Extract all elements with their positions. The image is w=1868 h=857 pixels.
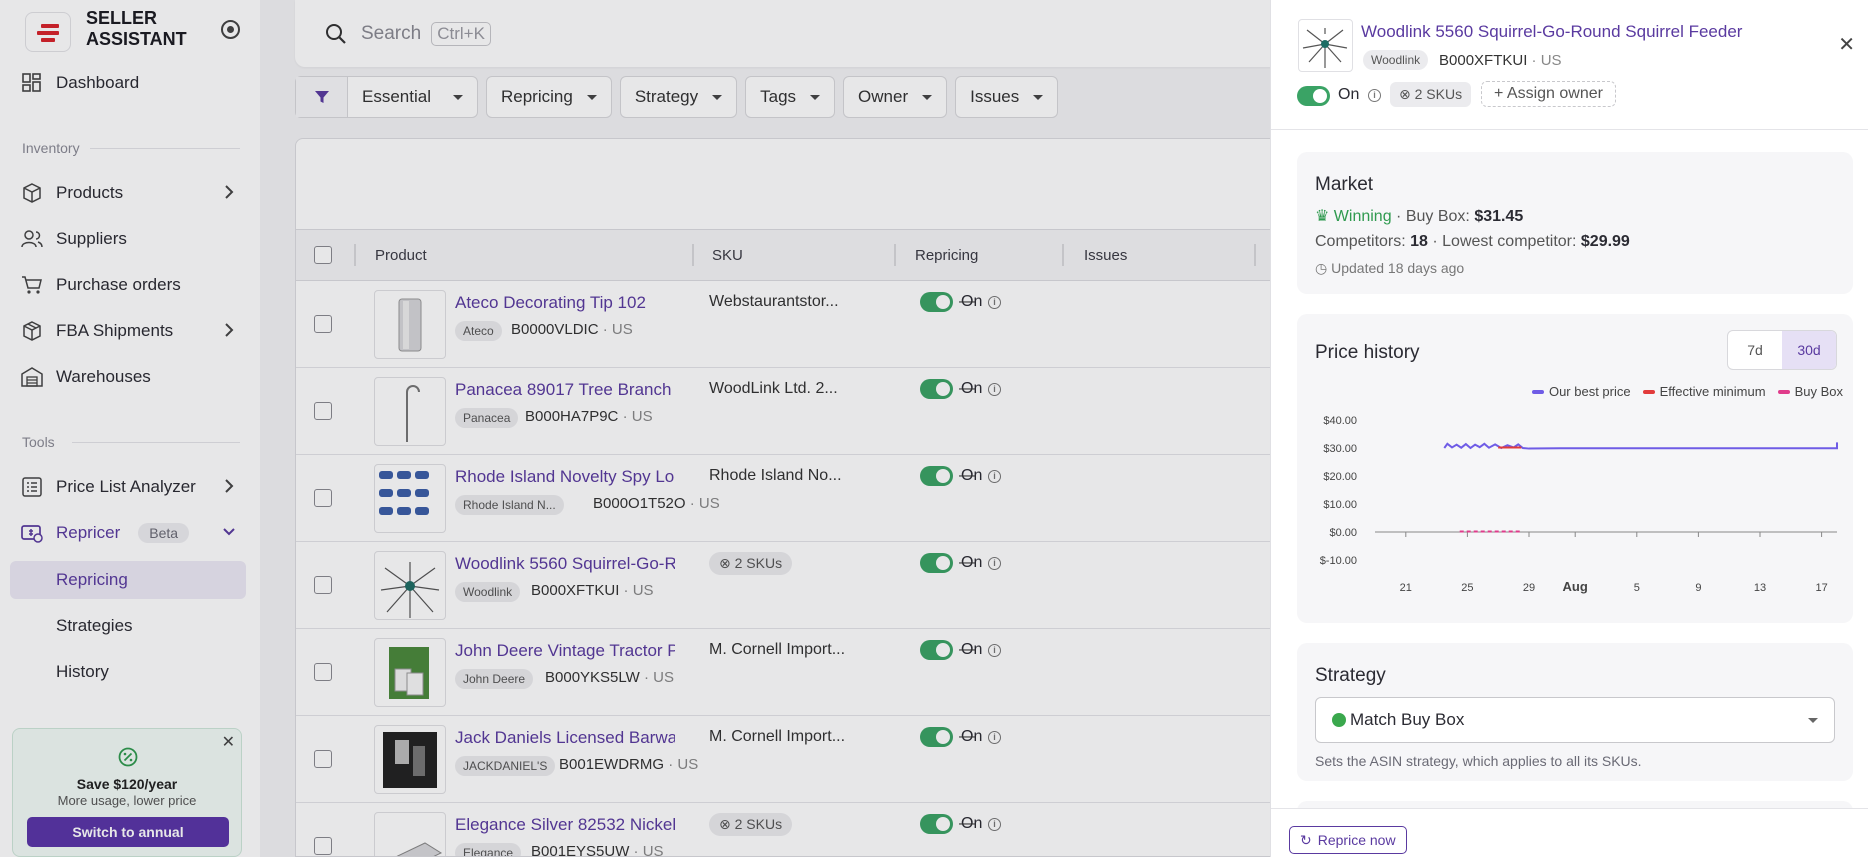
product-detail-panel: Woodlink 5560 Squirrel-Go-Round Squirrel… [1270,0,1868,857]
chart-legend: Our best price Effective minimum Buy Box [1531,384,1843,399]
status-dot [1332,713,1346,727]
skus-count: 2 SKUs [1414,86,1463,102]
competitors-value: 18 [1410,233,1428,250]
legend-our-best-price: Our best price [1531,384,1631,399]
info-icon[interactable]: i [1368,89,1381,102]
refresh-icon: ↻ [1300,831,1312,848]
updated-text: Updated 18 days ago [1331,260,1465,276]
winning-status: Winning [1333,208,1392,225]
y-tick-label: $40.00 [1323,415,1357,427]
buybox-value: $31.45 [1474,208,1524,225]
skus-badge[interactable]: ⊗ 2 SKUs [1390,82,1472,107]
chevron-down-icon [1808,718,1818,723]
x-tick-label: Aug [1563,579,1588,594]
panel-product-title[interactable]: Woodlink 5560 Squirrel-Go-Round Squirrel… [1361,22,1742,42]
toggle-label: On [1338,86,1360,103]
close-icon[interactable]: ✕ [1838,32,1855,57]
y-tick-label: $10.00 [1323,499,1357,511]
x-tick-label: 9 [1695,582,1701,594]
reprice-now-button[interactable]: ↻ Reprice now [1289,826,1407,854]
x-tick-label: 25 [1461,582,1473,594]
x-tick-label: 5 [1634,582,1640,594]
x-tick-label: 29 [1523,582,1535,594]
buybox-label: · Buy Box: [1391,208,1475,225]
updated-line: ◷ Updated 18 days ago [1315,260,1464,277]
y-tick-label: $0.00 [1329,527,1357,539]
reprice-now-label: Reprice now [1317,832,1396,848]
y-tick-label: $30.00 [1323,443,1357,455]
price-history-title: Price history [1315,342,1420,363]
strategy-title: Strategy [1315,665,1386,686]
price-history-card: Price history 7d 30d Our best price Effe… [1297,314,1853,623]
product-thumbnail [1298,19,1353,72]
y-tick-label: $20.00 [1323,471,1357,483]
strategy-select[interactable]: Match Buy Box [1315,697,1835,743]
range-7d[interactable]: 7d [1728,331,1782,369]
market-title: Market [1315,174,1374,195]
asin-label: B000XFTKUI · US [1439,52,1562,69]
legend-buy-box: Buy Box [1777,384,1843,399]
competitors-line: Competitors: 18 · Lowest competitor: $29… [1315,233,1630,251]
brand-tag: Woodlink [1363,50,1429,70]
strategy-help: Sets the ASIN strategy, which applies to… [1315,753,1642,769]
price-history-chart: $40.00 $30.00 $20.00 $10.00 $0.00 $-10.00 21 25… [1320,415,1838,594]
assign-owner-button[interactable]: + Assign owner [1481,81,1616,107]
market-card: Market ♛ Winning · Buy Box: $31.45 Compe… [1297,152,1853,294]
range-30d[interactable]: 30d [1782,331,1836,369]
lowest-value: $29.99 [1580,233,1630,250]
marketplace: · US [1527,52,1562,69]
x-tick-label: 21 [1400,582,1412,594]
crown-icon: ♛ [1315,208,1330,225]
lowest-label: · Lowest competitor: [1427,233,1581,250]
y-tick-label: $-10.00 [1320,555,1357,567]
panel-header: Woodlink 5560 Squirrel-Go-Round Squirrel… [1271,0,1868,130]
modal-overlay[interactable] [0,0,1270,857]
market-status: ♛ Winning · Buy Box: $31.45 [1315,206,1523,226]
x-tick-label: 17 [1815,582,1827,594]
clock-icon: ◷ [1315,260,1332,276]
competitors-label: Competitors: [1315,233,1411,250]
strategy-value: Match Buy Box [1350,710,1465,729]
x-tick-label: 13 [1754,582,1766,594]
asin-value: B000XFTKUI [1439,52,1528,69]
layers-icon: ⊗ [1399,86,1415,102]
strategy-card: Strategy Match Buy Box Sets the ASIN str… [1297,643,1853,781]
repricing-toggle[interactable] [1297,86,1330,106]
range-toggle: 7d 30d [1727,330,1837,370]
legend-effective-minimum: Effective minimum [1642,384,1766,399]
